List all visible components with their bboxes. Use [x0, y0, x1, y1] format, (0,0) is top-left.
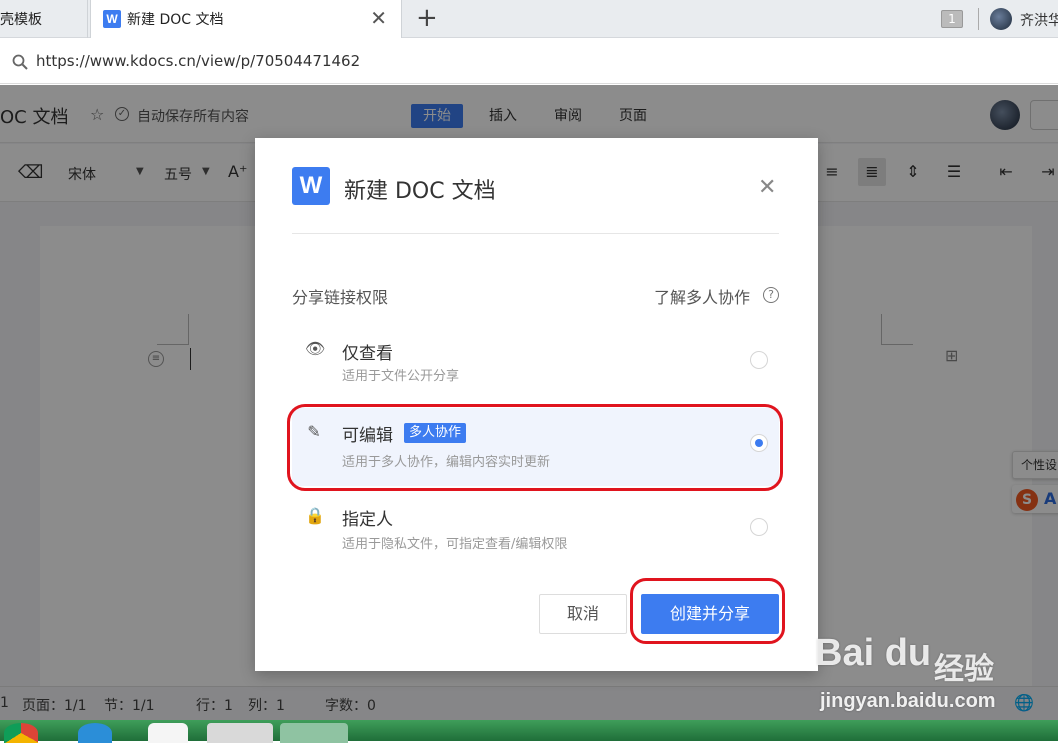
url-input[interactable]: https://www.kdocs.cn/view/p/70504471462 [36, 52, 360, 70]
maps-icon[interactable] [148, 723, 188, 743]
wps-taskbar-icon[interactable] [280, 723, 348, 743]
dialog-title: 新建 DOC 文档 [344, 179, 496, 204]
tab-label: 新建 DOC 文档 [127, 12, 224, 28]
new-tab-button[interactable]: + [416, 4, 438, 32]
help-icon[interactable]: ? [763, 287, 779, 303]
avatar[interactable] [990, 8, 1012, 30]
ie-icon[interactable] [78, 723, 112, 743]
learn-collaboration-link[interactable]: 了解多人协作 [654, 284, 750, 308]
chrome-icon[interactable] [4, 723, 38, 743]
watermark-url: jingyan.baidu.com [820, 690, 996, 712]
lock-icon: 🔒 [305, 506, 325, 525]
radio-specified-people[interactable] [750, 518, 768, 536]
cancel-button[interactable]: 取消 [539, 594, 627, 634]
divider [292, 233, 779, 234]
search-icon [12, 54, 28, 70]
permission-label: 分享链接权限 [292, 288, 389, 307]
tab-active[interactable]: W 新建 DOC 文档 ✕ [90, 0, 402, 38]
eye-icon: 👁 [305, 339, 326, 358]
option-description: 适用于隐私文件，可指定查看/编辑权限 [342, 537, 568, 552]
wps-logo-icon: W [103, 10, 121, 28]
close-icon[interactable]: ✕ [758, 176, 776, 200]
option-description: 适用于文件公开分享 [342, 369, 460, 384]
watermark-text: 经验 [934, 652, 994, 687]
close-icon[interactable]: ✕ [370, 8, 387, 28]
browser-taskbar-icon[interactable] [207, 723, 273, 743]
radio-view-only[interactable] [750, 351, 768, 369]
tab-inactive[interactable]: 壳模板 [0, 0, 88, 38]
wps-logo-icon: W [292, 167, 330, 205]
annotation-circle [630, 578, 785, 644]
annotation-circle [287, 404, 783, 491]
user-name[interactable]: 齐洪华 [1020, 10, 1058, 30]
tab-label: 壳模板 [0, 12, 42, 28]
tab-count-badge[interactable]: 1 [941, 10, 963, 28]
divider [978, 8, 979, 30]
option-specified-people[interactable]: 指定人 [342, 505, 393, 530]
watermark-logo: Bai du [815, 632, 932, 674]
option-view-only[interactable]: 仅查看 [342, 339, 393, 364]
